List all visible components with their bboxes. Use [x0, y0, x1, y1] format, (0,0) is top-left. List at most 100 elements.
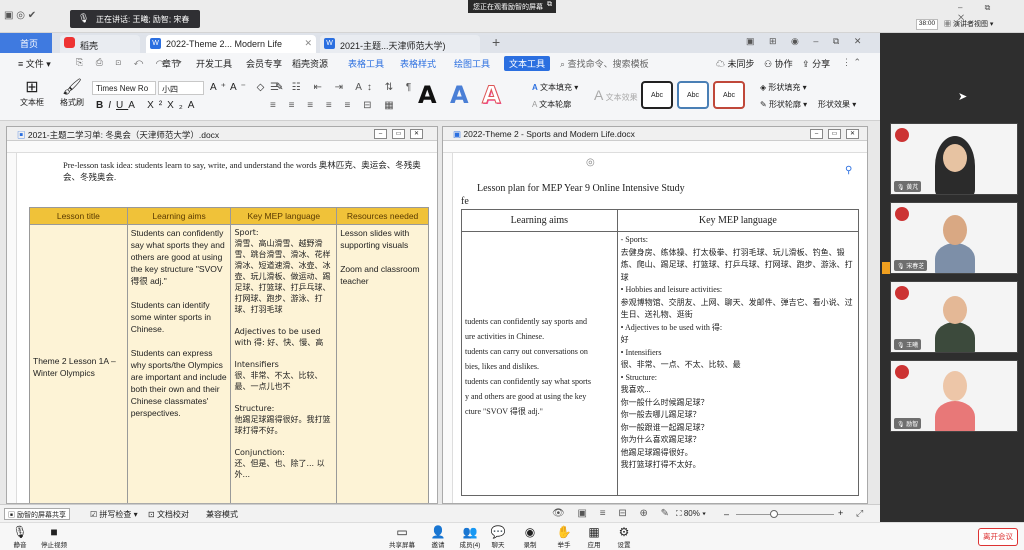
tab-theme2[interactable]: W 2022-Theme 2... Modern Life ✕ [146, 35, 316, 53]
text-effect-icon: A [594, 87, 604, 103]
menu-daoke-resources[interactable]: 稻壳资源 [292, 57, 328, 70]
font-style-icons[interactable]: BIUA X²X₂A [96, 100, 199, 111]
zoom-in-button[interactable]: + [838, 508, 843, 518]
font-name-select[interactable]: Times New Ro [92, 81, 156, 95]
avatar-face [943, 215, 967, 245]
vertical-ruler [443, 153, 453, 503]
menu-table-tools[interactable]: 表格工具 [348, 57, 384, 70]
check-icon: ☑ [90, 510, 98, 519]
zoom-out-button[interactable]: – [724, 509, 729, 519]
menu-table-style[interactable]: 表格样式 [400, 57, 436, 70]
word-icon: ▣ [453, 129, 462, 139]
view-mode-icons[interactable]: 👁 ▣ ≡ ⊟ ⊕ ✎ [552, 508, 674, 519]
spell-check-button[interactable]: ☑ 拼写检查 ▾ [90, 509, 138, 520]
minimize-button[interactable]: – [810, 129, 823, 139]
shape-effect-button[interactable]: 形状效果 ▾ [818, 99, 856, 110]
shape-outline-button[interactable]: ✎ 形状轮廓 ▾ [760, 99, 807, 110]
speaking-text: 正在讲话: 王曦; 励智; 宋春 [96, 15, 190, 24]
share-icon: ⇪ [802, 59, 810, 69]
location-icon[interactable]: ⚲ [845, 165, 852, 176]
zoom-slider-handle[interactable] [770, 510, 778, 518]
people-icon: ⚇ [764, 59, 773, 69]
participant-name: 🎙 励智 [894, 418, 922, 429]
shape-style-1[interactable]: Abc [641, 81, 673, 109]
logo-icon [895, 207, 909, 221]
restore-button[interactable]: ▭ [828, 129, 841, 139]
font-size-select[interactable]: 小四 [158, 81, 204, 95]
vertical-ruler [7, 153, 17, 503]
horizontal-ruler [7, 141, 437, 153]
text-style-black[interactable]: A [418, 81, 437, 109]
right-document-window: ▣ 2022-Theme 2 - Sports and Modern Life.… [442, 126, 868, 504]
daoke-icon [64, 37, 75, 48]
brush-icon: 🖌 [61, 79, 83, 96]
learning-aims-cell: Students can confidently say what sports… [126, 224, 232, 503]
close-button[interactable]: ✕ [846, 129, 859, 139]
share-screen-button[interactable]: ▭ 共享屏幕 [382, 525, 422, 549]
tab-home[interactable]: 首页 [0, 33, 52, 53]
copy-icon[interactable]: ⧉ [547, 1, 552, 9]
mouse-cursor-icon: ➤ [958, 91, 968, 103]
participant-video-2[interactable]: 🎙 宋春芝 [890, 202, 1018, 274]
key-language-cell: - Sports: 去健身房、练体操、打太极拳、打羽毛球、玩儿滑板、钓鱼、锻炼、… [616, 231, 860, 496]
word-icon: W [324, 38, 335, 49]
rotate-handle-icon[interactable]: ◎ [586, 157, 595, 168]
logo-icon [895, 286, 909, 300]
key-language-cell: Sport: 滑雪、高山滑雪、越野滑雪、跳台滑雪、滑冰、花样滑冰、短道速滑、冰壶… [230, 224, 338, 503]
menu-text-tools[interactable]: 文本工具 [504, 56, 551, 71]
window-controls[interactable]: – ⧉ ✕ [958, 3, 1024, 23]
text-style-outline[interactable]: A [482, 81, 502, 110]
grid-icon: ▦ [944, 21, 951, 28]
tab-2021-theme[interactable]: W 2021-主题...天津师范大学) [320, 35, 480, 53]
shape-fill-button[interactable]: ◈ 形状填充 ▾ [760, 82, 807, 93]
new-tab-button[interactable]: + [492, 34, 500, 50]
zoom-level[interactable]: ⛶ 80% ▾ [676, 509, 706, 519]
status-bar: ▣ 励智的屏幕共享 ☑ 拼写检查 ▾ ⊡ 文档校对 兼容模式 👁 ▣ ≡ ⊟ ⊕… [0, 504, 880, 522]
paragraph-icons-top[interactable]: ☰ ☷ ⇤ ⇥ A↕ ⇅ ¶ [270, 82, 416, 93]
text-effect-button[interactable]: A 文本效果 [594, 87, 638, 103]
text-box-button[interactable]: ⊞ 文本框 [14, 77, 50, 108]
menu-chapter[interactable]: 章节 [162, 57, 180, 70]
tab-daoke[interactable]: 稻壳 [60, 35, 140, 53]
mic-icon: 🎙 [78, 13, 90, 23]
format-painter-button[interactable]: 🖌 格式刷 [56, 77, 88, 108]
stop-video-button[interactable]: ■ 停止视频 [34, 525, 74, 549]
tab-bar-tools[interactable]: ▣ ⊞ ◉ – ⧉ ✕ [746, 36, 867, 47]
resources-cell: Lesson slides with supporting visuals Zo… [336, 224, 429, 503]
lesson-title-cell: Theme 2 Lesson 1A – Winter Olympics [29, 224, 128, 503]
minimize-button[interactable]: – [374, 129, 387, 139]
sync-status[interactable]: ☁ 未同步 [716, 57, 755, 70]
settings-button[interactable]: ⚙ 设置 [604, 525, 644, 549]
participant-video-1[interactable]: 🎙 黄芃 [890, 123, 1018, 195]
menu-member[interactable]: 会员专享 [246, 57, 282, 70]
lesson-plan-heading: Lesson plan for MEP Year 9 Online Intens… [477, 183, 685, 194]
command-search[interactable]: ⌕ 查找命令、搜索模板 [560, 57, 649, 70]
share-button[interactable]: ⇪ 分享 [802, 57, 830, 70]
menu-dev-tools[interactable]: 开发工具 [196, 57, 232, 70]
paragraph-icons-bottom[interactable]: ≡ ≡ ≡ ≡ ≡ ⊟ ▦ [270, 100, 399, 111]
shape-style-3[interactable]: Abc [713, 81, 745, 109]
header-key-language: Key MEP language [616, 209, 860, 232]
leave-meeting-button[interactable]: 离开会议 [978, 528, 1018, 546]
menu-drawing-tools[interactable]: 绘图工具 [454, 57, 490, 70]
participant-video-4[interactable]: 🎙 励智 [890, 360, 1018, 432]
shape-style-2[interactable]: Abc [677, 81, 709, 109]
fullscreen-icon[interactable]: ⤢ [856, 508, 863, 519]
collaborate-button[interactable]: ⚇ 协作 [764, 57, 793, 70]
avatar [935, 322, 975, 352]
sharing-notice-text: 您正在观看励智的屏幕 [473, 4, 543, 11]
text-outline-button[interactable]: A 文本轮廓 [532, 99, 571, 110]
menu-file[interactable]: ≡ 文件 ▾ [18, 57, 51, 70]
doc-check-icon: ⊡ [148, 510, 155, 519]
text-style-blue[interactable]: A [450, 81, 469, 109]
participant-video-3[interactable]: 🎙 王曦 [890, 281, 1018, 353]
proofread-button[interactable]: ⊡ 文档校对 [148, 509, 189, 520]
text-fill-button[interactable]: A 文本填充 ▾ [532, 82, 578, 93]
more-icon[interactable]: ⋮ ⌃ [842, 57, 861, 68]
restore-button[interactable]: ▭ [392, 129, 405, 139]
close-icon[interactable]: ✕ [304, 38, 312, 49]
close-button[interactable]: ✕ [410, 129, 423, 139]
zoom-slider[interactable] [736, 514, 834, 515]
compat-mode: 兼容模式 [206, 510, 238, 519]
lesson-plan-table: Learning aims Key MEP language tudents c… [461, 209, 860, 496]
